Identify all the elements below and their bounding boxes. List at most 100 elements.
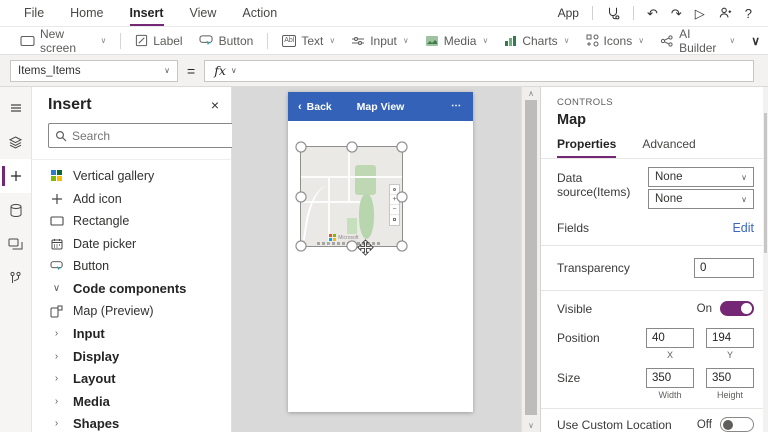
zoom-out-button[interactable]: − <box>390 205 399 215</box>
toolbar-button-btn[interactable]: Button <box>191 27 262 54</box>
use-custom-location-toggle[interactable] <box>720 417 754 432</box>
menu-action[interactable]: Action <box>242 0 277 26</box>
scrollbar-thumb[interactable] <box>764 113 767 253</box>
app-label[interactable]: App <box>558 6 579 20</box>
position-x-input[interactable] <box>646 328 694 348</box>
position-y-input[interactable] <box>706 328 754 348</box>
resize-handle-top[interactable] <box>346 142 357 153</box>
app-checker-icon[interactable] <box>606 6 620 20</box>
toolbar-label: Label <box>153 34 182 48</box>
insert-section-input[interactable]: › Input <box>32 323 231 346</box>
screen-header: ‹ Back Map View ⋯ <box>288 92 473 121</box>
panel-scrollbar[interactable] <box>763 87 768 432</box>
insert-section-layout[interactable]: › Layout <box>32 368 231 391</box>
property-selector[interactable]: Items_Items ∨ <box>10 60 178 82</box>
insert-item-vertical-gallery[interactable]: Vertical gallery <box>32 165 231 188</box>
canvas-scrollbar[interactable]: ∧ ∨ <box>521 87 540 432</box>
resize-handle-bottom[interactable] <box>346 241 357 252</box>
play-preview-icon[interactable]: ▷ <box>695 7 705 20</box>
toolbar-text[interactable]: Abl Text ∨ <box>274 27 343 54</box>
scroll-up-icon[interactable]: ∧ <box>528 87 534 100</box>
menu-file[interactable]: File <box>24 0 44 26</box>
map-park-area <box>359 194 374 240</box>
toolbar-input[interactable]: Input ∨ <box>343 27 417 54</box>
insert-section-media[interactable]: › Media <box>32 390 231 413</box>
position-label: Position <box>557 331 600 345</box>
map-control[interactable]: + − Microsoft <box>300 146 403 247</box>
back-button[interactable]: ‹ Back <box>288 101 332 113</box>
tree-view-menu-icon[interactable] <box>0 91 31 125</box>
resize-handle-left[interactable] <box>296 191 307 202</box>
fx-selector[interactable]: fx ∨ <box>205 61 246 81</box>
media-screens-icon[interactable] <box>0 227 31 261</box>
insert-item-button[interactable]: Button <box>32 255 231 278</box>
size-width-input[interactable] <box>646 368 694 388</box>
screens-icon[interactable] <box>0 125 31 159</box>
insert-item-add-icon[interactable]: Add icon <box>32 188 231 211</box>
scroll-down-icon[interactable]: ∨ <box>528 419 534 432</box>
label-icon <box>135 34 148 47</box>
redo-icon[interactable]: ↷ <box>671 7 682 20</box>
power-apps-studio: File Home Insert View Action App ↶ ↷ ▷ ?… <box>0 0 768 432</box>
toolbar-collapse[interactable]: ∨ <box>743 27 768 54</box>
scrollbar-track[interactable] <box>522 100 540 419</box>
resize-handle-top-left[interactable] <box>296 142 307 153</box>
transparency-input[interactable] <box>694 258 754 278</box>
formula-input[interactable] <box>246 61 753 81</box>
insert-section-label: Shapes <box>73 416 119 431</box>
search-box[interactable] <box>48 123 234 148</box>
toolbar-label: New screen <box>40 27 94 55</box>
insert-section-code-components[interactable]: ∨ Code components <box>32 278 231 301</box>
toolbar-charts[interactable]: Charts ∨ <box>496 27 577 54</box>
edit-fields-link[interactable]: Edit <box>732 221 754 235</box>
insert-item-rectangle[interactable]: Rectangle <box>32 210 231 233</box>
toolbar-new-screen[interactable]: New screen ∨ <box>12 27 114 54</box>
app-screen[interactable]: ‹ Back Map View ⋯ <box>288 92 473 412</box>
insert-item-map-preview[interactable]: Map (Preview) <box>32 300 231 323</box>
toolbar-label: Charts <box>522 34 557 48</box>
insert-section-label: Display <box>73 349 119 364</box>
position-row: Position X Y <box>557 328 754 360</box>
close-icon[interactable]: × <box>211 98 219 112</box>
data-source-select-1[interactable]: None ∨ <box>648 167 754 187</box>
menu-insert[interactable]: Insert <box>130 0 164 26</box>
insert-item-date-picker[interactable]: Date picker <box>32 233 231 256</box>
resize-handle-bottom-right[interactable] <box>397 241 408 252</box>
insert-section-label: Input <box>73 326 105 341</box>
data-icon[interactable] <box>0 193 31 227</box>
insert-section-shapes[interactable]: › Shapes <box>32 413 231 432</box>
map-style-icon[interactable] <box>390 215 399 225</box>
visible-state-label: On <box>697 303 712 315</box>
menu-view[interactable]: View <box>190 0 217 26</box>
map-brand: Microsoft <box>329 234 358 241</box>
data-source-select-2[interactable]: None ∨ <box>648 189 754 209</box>
advanced-tools-icon[interactable] <box>0 261 31 295</box>
toolbar-label: AI Builder <box>679 27 723 55</box>
search-input[interactable] <box>72 129 227 143</box>
toolbar-ai-builder[interactable]: AI Builder ∨ <box>652 27 743 54</box>
toolbar-icons[interactable]: Icons ∨ <box>578 27 653 54</box>
toolbar-media[interactable]: Media ∨ <box>417 27 497 54</box>
map-zoom-controls: + − <box>389 184 400 226</box>
help-icon[interactable]: ? <box>745 7 752 20</box>
insert-panel-header: Insert × <box>32 87 231 114</box>
tab-advanced[interactable]: Advanced <box>642 137 695 158</box>
ellipsis-icon[interactable]: ⋯ <box>451 100 463 111</box>
resize-handle-right[interactable] <box>397 191 408 202</box>
scrollbar-thumb[interactable] <box>525 100 537 415</box>
visible-toggle[interactable] <box>720 301 754 316</box>
resize-handle-bottom-left[interactable] <box>296 241 307 252</box>
undo-icon[interactable]: ↶ <box>647 7 658 20</box>
menu-home[interactable]: Home <box>70 0 103 26</box>
toolbar-label-btn[interactable]: Label <box>127 27 190 54</box>
size-height-input[interactable] <box>706 368 754 388</box>
position-x-caption: X <box>667 350 673 360</box>
share-person-icon[interactable] <box>718 6 732 20</box>
resize-handle-top-right[interactable] <box>397 142 408 153</box>
menu-bar: File Home Insert View Action App ↶ ↷ ▷ ? <box>0 0 768 27</box>
insert-section-display[interactable]: › Display <box>32 345 231 368</box>
insert-plus-icon[interactable] <box>0 159 31 193</box>
toolbar-label: Media <box>444 34 477 48</box>
toolbar-label: Input <box>370 34 397 48</box>
tab-properties[interactable]: Properties <box>557 137 616 158</box>
